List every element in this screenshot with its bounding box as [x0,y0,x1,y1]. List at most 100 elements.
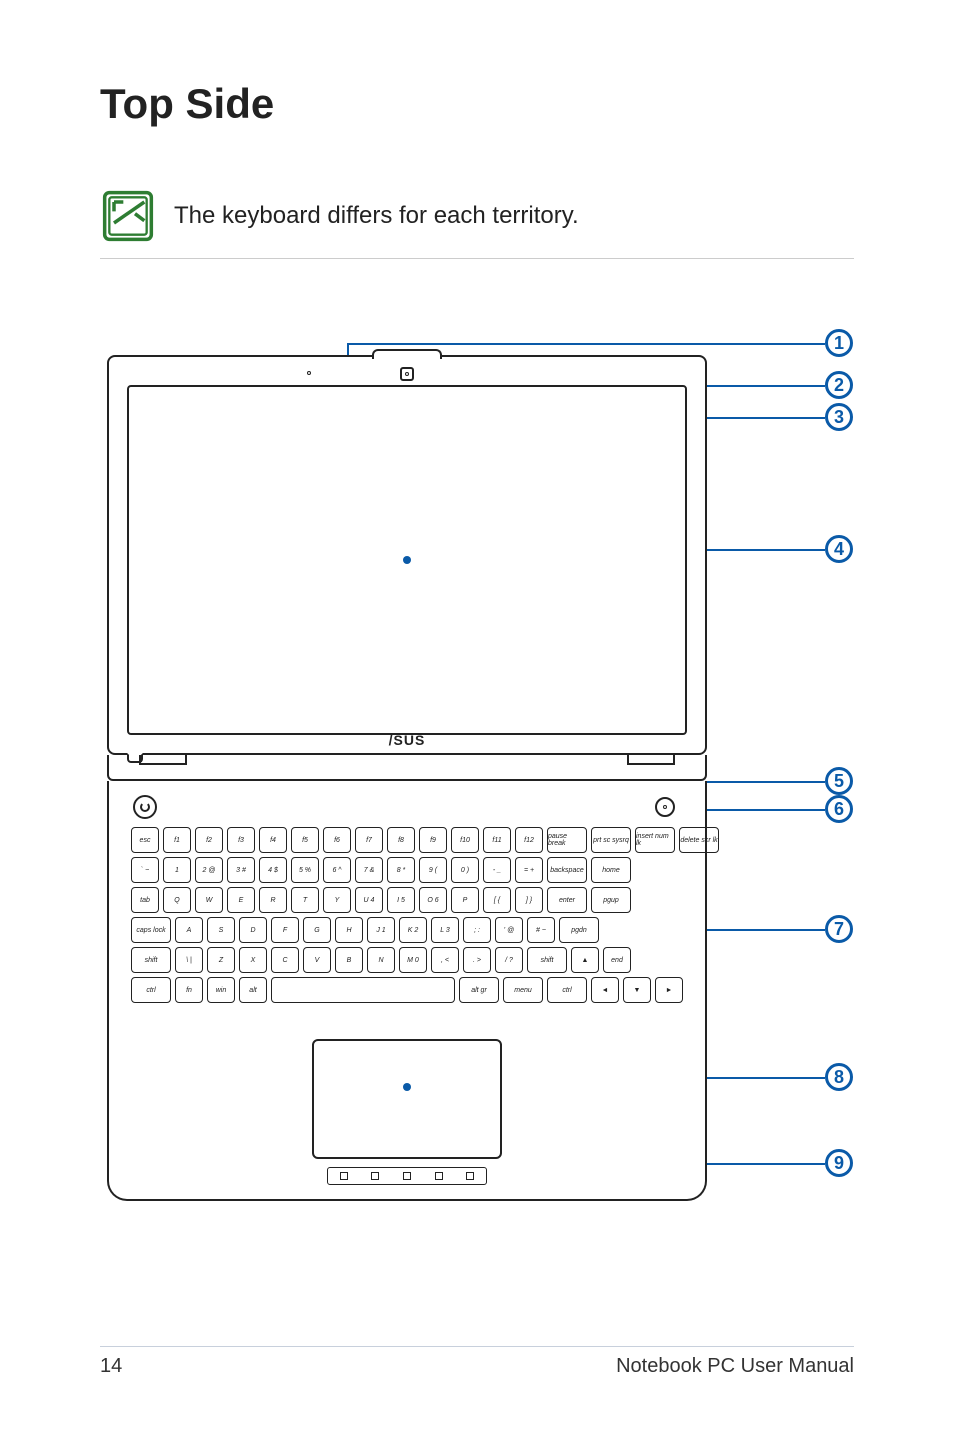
status-indicator-panel [327,1167,487,1185]
key-row-5: shift\ |ZXCVBNM 0, <. >/ ?shift▲end [131,947,683,973]
keyboard-key: fn [175,977,203,1003]
keyboard-key: O 6 [419,887,447,913]
keyboard-key: f12 [515,827,543,853]
keyboard-key: . > [463,947,491,973]
keyboard-key: J 1 [367,917,395,943]
keyboard-key: f3 [227,827,255,853]
callout-6: 6 [825,795,853,823]
display-lid: /SUS [107,355,707,755]
key-row-1: escf1f2f3f4f5f6f7f8f9f10f11f12pause brea… [131,827,683,853]
keyboard-key: E [227,887,255,913]
keyboard-key: ▼ [623,977,651,1003]
page-footer: 14 Notebook PC User Manual [100,1346,854,1378]
led-indicator [466,1172,474,1180]
key-row-2: ` ~12 @3 #4 $5 %6 ^7 &8 *9 (0 )- _= +bac… [131,857,683,883]
camera [400,367,414,381]
keyboard-key: f9 [419,827,447,853]
keyboard-key: U 4 [355,887,383,913]
keyboard-key: home [591,857,631,883]
hinge-bar [107,755,707,781]
note-text: The keyboard differs for each territory. [174,202,579,230]
keyboard-key: ; : [463,917,491,943]
keyboard-key: pgup [591,887,631,913]
footer-doc-title: Notebook PC User Manual [616,1355,854,1378]
keyboard-key: 9 ( [419,857,447,883]
keyboard-key: f2 [195,827,223,853]
touchpad-center-marker [403,1083,411,1091]
keyboard-key: f4 [259,827,287,853]
keyboard-key: win [207,977,235,1003]
keyboard-key: , < [431,947,459,973]
keyboard-key: [ { [483,887,511,913]
keyboard-key: f1 [163,827,191,853]
display-panel [127,385,687,735]
touchpad [312,1039,502,1159]
keyboard-key [271,977,455,1003]
keyboard-key: backspace [547,857,587,883]
keyboard-key: X [239,947,267,973]
keyboard-key: tab [131,887,159,913]
callout-3: 3 [825,403,853,431]
keyboard: escf1f2f3f4f5f6f7f8f9f10f11f12pause brea… [131,827,683,1017]
laptop-diagram: 1 2 3 4 5 6 7 8 9 [107,319,847,1179]
note-icon [100,188,156,244]
keyboard-key: I 5 [387,887,415,913]
keyboard-key: 8 * [387,857,415,883]
page-title: Top Side [100,80,854,128]
keyboard-key: pause break [547,827,587,853]
keyboard-key: ] } [515,887,543,913]
keyboard-key: shift [131,947,171,973]
keyboard-key: S [207,917,235,943]
keyboard-key: ▲ [571,947,599,973]
keyboard-key: esc [131,827,159,853]
callout-8: 8 [825,1063,853,1091]
keyboard-key: V [303,947,331,973]
keyboard-key: 2 @ [195,857,223,883]
laptop-illustration: /SUS escf1f2f3f4f5f6f7f8f9f10f11f12pause… [107,355,707,1201]
keyboard-key: K 2 [399,917,427,943]
led-indicator [371,1172,379,1180]
keyboard-key: ctrl [547,977,587,1003]
key-row-6: ctrlfnwinaltalt grmenuctrl◄▼► [131,977,683,1003]
note-container: The keyboard differs for each territory. [100,178,854,259]
callout-7: 7 [825,915,853,943]
callout-2: 2 [825,371,853,399]
callout-9: 9 [825,1149,853,1177]
keyboard-key: N [367,947,395,973]
keyboard-key: 1 [163,857,191,883]
keyboard-key: f8 [387,827,415,853]
led-indicator [403,1172,411,1180]
keyboard-key: A [175,917,203,943]
keyboard-key: F [271,917,299,943]
keyboard-key: f10 [451,827,479,853]
keyboard-key: 6 ^ [323,857,351,883]
screen-center-marker [403,556,411,564]
keyboard-key: f7 [355,827,383,853]
led-indicator [435,1172,443,1180]
keyboard-key: alt [239,977,267,1003]
keyboard-key: B [335,947,363,973]
power-indicator [655,797,675,817]
callout-5: 5 [825,767,853,795]
keyboard-key: 7 & [355,857,383,883]
keyboard-key: f6 [323,827,351,853]
base-unit: escf1f2f3f4f5f6f7f8f9f10f11f12pause brea… [107,781,707,1201]
keyboard-key: / ? [495,947,523,973]
keyboard-key: alt gr [459,977,499,1003]
keyboard-key: ► [655,977,683,1003]
keyboard-key: enter [547,887,587,913]
keyboard-key: W [195,887,223,913]
keyboard-key: L 3 [431,917,459,943]
keyboard-key: shift [527,947,567,973]
keyboard-key: caps lock [131,917,171,943]
keyboard-key: - _ [483,857,511,883]
keyboard-key: insert num lk [635,827,675,853]
keyboard-key: = + [515,857,543,883]
keyboard-key: menu [503,977,543,1003]
keyboard-key: Z [207,947,235,973]
keyboard-key: H [335,917,363,943]
keyboard-key: pgdn [559,917,599,943]
footer-page-number: 14 [100,1355,122,1378]
keyboard-key: C [271,947,299,973]
key-row-4: caps lockASDFGHJ 1K 2L 3; :' @# ~pgdn [131,917,683,943]
